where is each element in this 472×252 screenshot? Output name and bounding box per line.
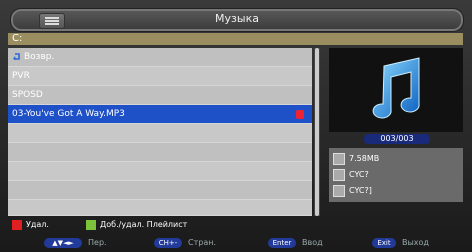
move-label: Пер. (88, 238, 107, 247)
window-title: Музыка (215, 12, 259, 25)
bottom-navigation-hints: ▲▼◄► Пер. CH+- Стран. Enter Ввод Exit Вы… (0, 234, 472, 252)
media-player-screen: Музыка C: Возвр. PVR SPOSD 03-You've Got… (0, 0, 472, 252)
path-bar: C: (8, 33, 463, 45)
list-item-selected-file[interactable]: 03-You've Got A Way.MP3 (8, 105, 312, 124)
list-scrollbar[interactable] (314, 48, 320, 216)
back-icon (13, 52, 20, 60)
enter-key-pill: Enter (268, 238, 296, 248)
exit-key-pill: Exit (372, 238, 396, 248)
list-item-empty (8, 200, 312, 216)
list-item-label: SPOSD (12, 90, 43, 100)
file-size-icon (333, 152, 345, 165)
track-counter: 003/003 (364, 134, 430, 144)
red-key-label: Удал. (26, 220, 49, 229)
file-size: 7.58MB (349, 154, 380, 163)
music-file-icon (296, 110, 304, 119)
album-icon (333, 184, 345, 197)
list-item-label: PVR (12, 71, 30, 81)
list-item-sposd[interactable]: SPOSD (8, 86, 312, 105)
artist-icon (333, 168, 345, 181)
list-item-label: 03-You've Got A Way.MP3 (12, 109, 125, 119)
list-item-empty (8, 181, 312, 200)
list-item-back[interactable]: Возвр. (8, 48, 312, 67)
artist-name: CYC? (349, 170, 369, 179)
list-item-empty (8, 162, 312, 181)
green-key-icon (86, 220, 96, 230)
track-info-panel: 7.58MB CYC? CYC?] (329, 148, 463, 202)
file-list: Возвр. PVR SPOSD 03-You've Got A Way.MP3 (8, 48, 312, 216)
green-key-label: Доб./удал. Плейлист (100, 220, 188, 229)
artist-row: CYC? (333, 168, 369, 182)
list-item-label: Возвр. (24, 52, 55, 62)
page-key-pill: CH+- (154, 238, 182, 248)
enter-label: Ввод (302, 238, 323, 247)
list-item-pvr[interactable]: PVR (8, 67, 312, 86)
list-item-empty (8, 124, 312, 143)
file-size-row: 7.58MB (333, 152, 379, 166)
page-label: Стран. (188, 238, 216, 247)
list-item-empty (8, 143, 312, 162)
music-note-icon (372, 57, 420, 119)
move-key-pill: ▲▼◄► (44, 238, 82, 248)
album-row: CYC?] (333, 184, 372, 198)
red-key-icon (12, 220, 22, 230)
color-key-legend: Удал. Доб./удал. Плейлист (8, 219, 463, 231)
album-art-preview (329, 48, 463, 132)
exit-label: Выход (402, 238, 429, 247)
scrollbar-thumb[interactable] (315, 48, 319, 216)
title-bar: Музыка (10, 8, 464, 32)
album-name: CYC?] (349, 186, 372, 195)
